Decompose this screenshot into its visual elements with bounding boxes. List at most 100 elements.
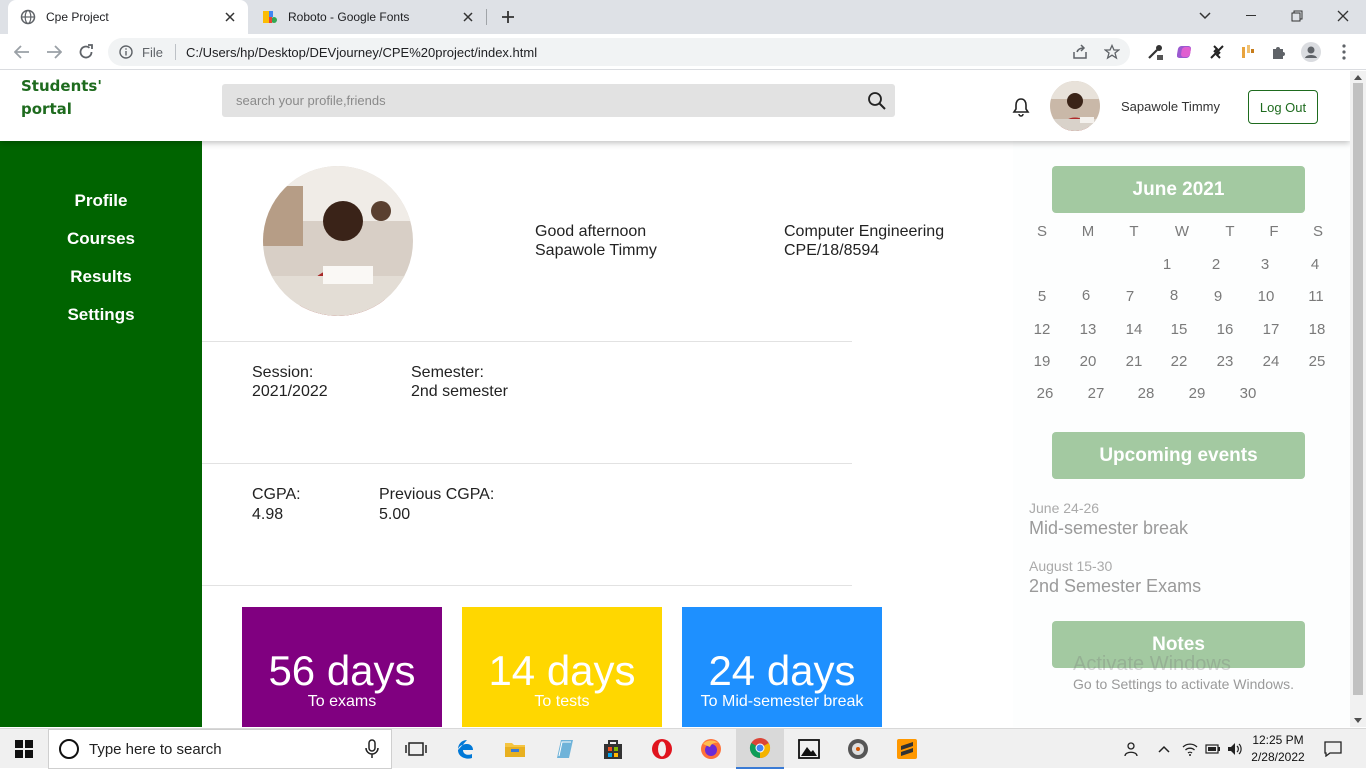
- restore-icon[interactable]: [1274, 0, 1320, 32]
- calendar-day[interactable]: 22: [1164, 353, 1194, 370]
- sidebar: Profile Courses Results Settings: [0, 141, 202, 727]
- store-bag-icon[interactable]: [589, 729, 637, 769]
- brand-logo[interactable]: Students' portal: [21, 75, 131, 121]
- calendar-day[interactable]: 12: [1027, 321, 1057, 338]
- scroll-up-arrow-icon[interactable]: [1354, 75, 1362, 80]
- section-divider: [202, 463, 852, 464]
- windows-start-icon[interactable]: [0, 729, 48, 769]
- chrome-icon[interactable]: [736, 729, 784, 769]
- scrollbar-thumb[interactable]: [1353, 83, 1363, 695]
- tab-separator: [486, 9, 487, 25]
- sidebar-item-results[interactable]: Results: [0, 267, 202, 287]
- battery-icon[interactable]: [1203, 739, 1223, 759]
- info-icon[interactable]: [118, 44, 134, 60]
- firefox-icon[interactable]: [687, 729, 735, 769]
- kebab-menu-icon[interactable]: [1334, 42, 1354, 62]
- dev-extension-icon[interactable]: [1207, 42, 1227, 62]
- calendar-day[interactable]: 8: [1159, 287, 1189, 304]
- edge-browser-icon[interactable]: [443, 729, 491, 769]
- extensions-puzzle-icon[interactable]: [1269, 42, 1289, 62]
- page-scrollbar[interactable]: [1350, 71, 1366, 727]
- calendar-day[interactable]: 18: [1302, 321, 1332, 338]
- calendar-day[interactable]: 11: [1301, 288, 1331, 305]
- calendar-day[interactable]: 30: [1233, 385, 1263, 402]
- countdown-card-tests: 14 days To tests: [462, 607, 662, 727]
- eyedropper-extension-icon[interactable]: [1145, 42, 1165, 62]
- window-close-icon[interactable]: [1320, 0, 1366, 32]
- taskbar-clock[interactable]: 12:25 PM 2/28/2022: [1248, 732, 1308, 766]
- calendar-day[interactable]: 3: [1250, 256, 1280, 273]
- pencil-extension-icon[interactable]: [1238, 42, 1258, 62]
- calendar-day[interactable]: 14: [1119, 321, 1149, 338]
- tab-cpe-project[interactable]: Cpe Project: [8, 0, 248, 34]
- calendar-day[interactable]: 16: [1210, 321, 1240, 338]
- calendar-day[interactable]: 20: [1073, 353, 1103, 370]
- people-icon[interactable]: [1120, 739, 1140, 759]
- avatar[interactable]: [1050, 81, 1100, 131]
- calendar-day[interactable]: 28: [1131, 385, 1161, 402]
- semester-label: Semester:: [411, 364, 484, 381]
- task-view-icon[interactable]: [392, 729, 440, 769]
- notification-bell-icon[interactable]: [1012, 97, 1030, 117]
- taskbar-search-box[interactable]: Type here to search: [48, 729, 392, 769]
- search-icon[interactable]: [867, 91, 887, 111]
- calendar-day[interactable]: 4: [1300, 256, 1330, 273]
- cgpa-label: CGPA:: [252, 486, 301, 503]
- calendar-day[interactable]: 7: [1115, 288, 1145, 305]
- calendar-day[interactable]: 23: [1210, 353, 1240, 370]
- calendar-day[interactable]: 17: [1256, 321, 1286, 338]
- sidebar-item-settings[interactable]: Settings: [0, 305, 202, 325]
- wifi-icon[interactable]: [1180, 739, 1200, 759]
- reload-icon[interactable]: [74, 40, 98, 64]
- calendar-day[interactable]: 19: [1027, 353, 1057, 370]
- forward-arrow-icon[interactable]: [42, 40, 66, 64]
- taskbar-search-placeholder: Type here to search: [89, 740, 222, 758]
- tab-roboto-google-fonts[interactable]: Roboto - Google Fonts: [250, 0, 486, 34]
- close-icon[interactable]: [460, 9, 476, 25]
- file-explorer-icon[interactable]: [491, 729, 539, 769]
- calendar-day[interactable]: 2: [1201, 256, 1231, 273]
- address-bar[interactable]: File C:/Users/hp/Desktop/DEVjourney/CPE%…: [108, 38, 1130, 66]
- logout-button[interactable]: Log Out: [1248, 90, 1318, 124]
- calendar-day[interactable]: 10: [1251, 288, 1281, 305]
- calendar-day[interactable]: 29: [1182, 385, 1212, 402]
- sidebar-item-courses[interactable]: Courses: [0, 229, 202, 249]
- calendar-day[interactable]: 15: [1164, 321, 1194, 338]
- back-arrow-icon[interactable]: [10, 40, 34, 64]
- minimize-icon[interactable]: [1228, 0, 1274, 32]
- calendar-day[interactable]: 5: [1027, 288, 1057, 305]
- volume-icon[interactable]: [1225, 739, 1245, 759]
- tab-title: Roboto - Google Fonts: [288, 10, 410, 24]
- tab-search-chevron-icon[interactable]: [1182, 0, 1228, 32]
- calendar-day[interactable]: 25: [1302, 353, 1332, 370]
- calendar-day[interactable]: 24: [1256, 353, 1286, 370]
- gradient-extension-icon[interactable]: [1176, 42, 1196, 62]
- calendar-day[interactable]: 6: [1071, 287, 1101, 304]
- new-tab-plus-icon[interactable]: [498, 7, 518, 27]
- search-input[interactable]: [222, 84, 862, 117]
- photos-app-icon[interactable]: [785, 729, 833, 769]
- chevron-up-icon[interactable]: [1154, 739, 1174, 759]
- calendar-day[interactable]: 26: [1030, 385, 1060, 402]
- share-icon[interactable]: [1070, 42, 1090, 62]
- event-name: 2nd Semester Exams: [1029, 576, 1202, 596]
- opera-icon[interactable]: [638, 729, 686, 769]
- sublime-text-icon[interactable]: [883, 729, 931, 769]
- bookmark-star-icon[interactable]: [1102, 42, 1122, 62]
- microphone-icon[interactable]: [365, 739, 379, 759]
- scroll-down-arrow-icon[interactable]: [1354, 718, 1362, 723]
- upcoming-events-button[interactable]: Upcoming events: [1052, 432, 1305, 479]
- calendar-day[interactable]: 9: [1203, 288, 1233, 305]
- notification-center-icon[interactable]: [1323, 739, 1343, 759]
- calendar-day[interactable]: 27: [1081, 385, 1111, 402]
- calendar-day[interactable]: 1: [1152, 256, 1182, 273]
- close-icon[interactable]: [222, 9, 238, 25]
- calendar-day[interactable]: 21: [1119, 353, 1149, 370]
- event-date: June 24-26: [1029, 500, 1100, 516]
- notepad-app-icon[interactable]: [540, 729, 588, 769]
- media-player-icon[interactable]: [834, 729, 882, 769]
- calendar-day[interactable]: 13: [1073, 321, 1103, 338]
- calendar-month-button[interactable]: June 2021: [1052, 166, 1305, 213]
- profile-avatar-icon[interactable]: [1301, 42, 1321, 62]
- sidebar-item-profile[interactable]: Profile: [0, 191, 202, 211]
